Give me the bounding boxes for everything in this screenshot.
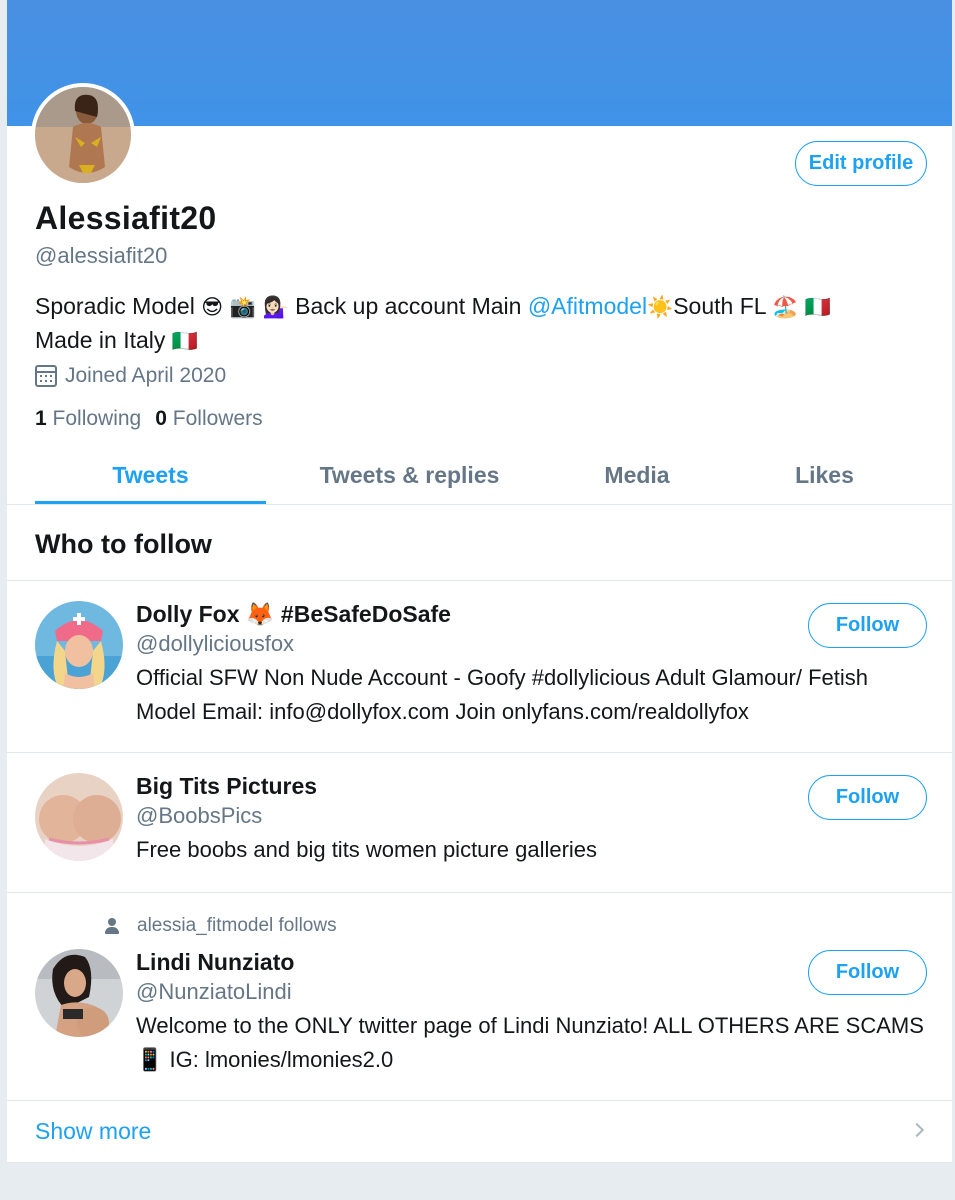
tab-tweets[interactable]: Tweets bbox=[35, 446, 266, 504]
bio-text: Back up account Main bbox=[288, 293, 528, 319]
bio-emoji: 😎 📸 💁🏻‍♀️ bbox=[201, 295, 289, 319]
tab-tweets-replies[interactable]: Tweets & replies bbox=[297, 446, 522, 504]
bio-emoji: 🏖️ 🇮🇹 bbox=[772, 295, 832, 319]
suggestion-description: Free boobs and big tits women picture ga… bbox=[136, 837, 598, 862]
bio-text: Made in Italy bbox=[35, 327, 172, 353]
suggestion-avatar[interactable] bbox=[35, 949, 123, 1037]
who-to-follow-header: Who to follow bbox=[7, 505, 952, 581]
suggestion-item[interactable]: Dolly Fox 🦊 #BeSafeDoSafe @dollyliciousf… bbox=[7, 581, 952, 753]
profile-tabs: Tweets Tweets & replies Media Likes bbox=[7, 446, 952, 505]
suggestion-avatar[interactable] bbox=[35, 773, 123, 861]
suggestion-item[interactable]: Big Tits Pictures @BoobsPics Free boobs … bbox=[7, 753, 952, 893]
suggestion-handle: @NunziatoLindi bbox=[136, 979, 292, 1004]
profile-handle: @alessiafit20 bbox=[35, 243, 168, 268]
follow-button[interactable]: Follow bbox=[808, 603, 927, 648]
followers-count: 0 bbox=[155, 407, 167, 430]
tab-likes[interactable]: Likes bbox=[757, 446, 892, 504]
suggestion-item[interactable]: alessia_fitmodel follows Lindi Nunziato … bbox=[7, 893, 952, 1101]
suggestion-description: Official SFW Non Nude Account - Goofy #d… bbox=[136, 665, 869, 724]
suggestion-handle: @BoobsPics bbox=[136, 803, 263, 828]
follow-button[interactable]: Follow bbox=[808, 775, 927, 820]
suggestion-name[interactable]: Big Tits Pictures bbox=[136, 773, 317, 800]
suggestion-handle: @dollyliciousfox bbox=[136, 631, 295, 656]
bio-emoji: ☀️ bbox=[647, 295, 674, 319]
following-count-link[interactable]: 1 Following bbox=[35, 407, 141, 431]
suggestion-description: Welcome to the ONLY twitter page of Lind… bbox=[136, 1013, 924, 1072]
chevron-right-icon bbox=[909, 1122, 925, 1138]
tab-media[interactable]: Media bbox=[567, 446, 707, 504]
person-icon bbox=[105, 918, 119, 934]
active-tab-indicator bbox=[35, 501, 266, 504]
followers-label: Followers bbox=[172, 407, 263, 430]
profile-bio: Sporadic Model 😎 📸 💁🏻‍♀️ Back up account… bbox=[35, 290, 925, 358]
bio-emoji: 🇮🇹 bbox=[171, 329, 198, 353]
suggestion-avatar[interactable] bbox=[35, 601, 123, 689]
calendar-icon bbox=[35, 365, 57, 387]
bio-text: South FL bbox=[673, 293, 773, 319]
suggestion-name[interactable]: Dolly Fox 🦊 #BeSafeDoSafe bbox=[136, 601, 451, 628]
joined-text: Joined April 2020 bbox=[65, 364, 227, 387]
show-more-row[interactable]: Show more bbox=[7, 1101, 952, 1163]
followers-count-link[interactable]: 0 Followers bbox=[155, 407, 262, 431]
joined-date: Joined April 2020 bbox=[35, 364, 226, 388]
social-context-text: alessia_fitmodel follows bbox=[137, 915, 337, 936]
profile-banner bbox=[7, 0, 952, 126]
profile-display-name: Alessiafit20 bbox=[35, 200, 217, 236]
bio-text: Sporadic Model bbox=[35, 293, 202, 319]
who-to-follow-title: Who to follow bbox=[35, 529, 212, 559]
following-label: Following bbox=[52, 407, 142, 430]
show-more-link[interactable]: Show more bbox=[35, 1118, 151, 1145]
bio-mention-link[interactable]: @Afitmodel bbox=[528, 293, 647, 319]
profile-avatar[interactable] bbox=[31, 83, 135, 187]
following-count: 1 bbox=[35, 407, 47, 430]
window-frame-left bbox=[0, 0, 7, 1200]
follow-counts: 1 Following 0 Followers bbox=[35, 407, 263, 431]
edit-profile-button[interactable]: Edit profile bbox=[795, 141, 927, 186]
follow-button[interactable]: Follow bbox=[808, 950, 927, 995]
page-background bbox=[7, 1163, 952, 1200]
social-context: alessia_fitmodel follows bbox=[105, 915, 337, 937]
suggestion-name[interactable]: Lindi Nunziato bbox=[136, 949, 294, 976]
